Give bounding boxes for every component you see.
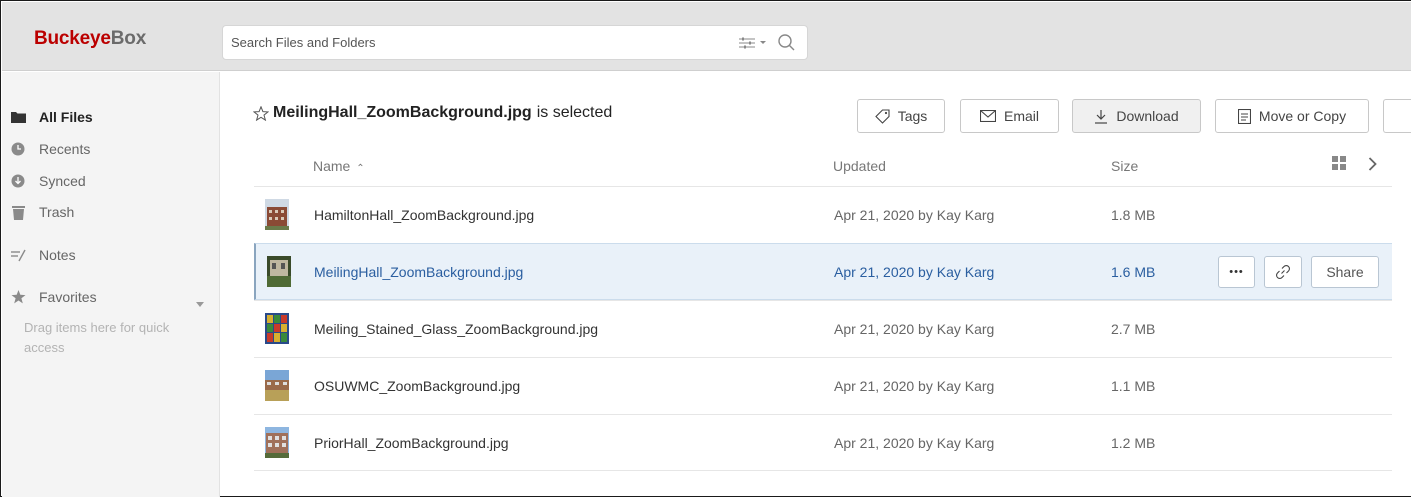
download-label: Download [1116,108,1179,124]
sidebar-item-synced[interactable]: Synced [10,169,210,193]
file-size: 1.6 MB [1111,264,1156,280]
sort-ascending-icon: ⌃ [356,163,365,174]
tags-button[interactable]: Tags [857,99,945,133]
file-updated: Apr 21, 2020 by Kay Karg [834,378,995,394]
file-size: 2.7 MB [1111,321,1156,337]
email-button[interactable]: Email [960,99,1059,133]
sidebar-item-label: Notes [39,247,76,263]
sidebar-item-label: All Files [39,109,93,125]
email-label: Email [1003,108,1039,124]
column-header-size[interactable]: Size [1111,158,1138,174]
file-name[interactable]: OSUWMC_ZoomBackground.jpg [314,378,520,394]
file-size: 1.8 MB [1111,207,1156,223]
chevron-right-icon[interactable] [1368,157,1377,174]
file-list: HamiltonHall_ZoomBackground.jpg Apr 21, … [254,186,1392,471]
file-row[interactable]: PriorHall_ZoomBackground.jpg Apr 21, 202… [254,414,1392,471]
grid-view-icon[interactable] [1332,156,1346,173]
file-updated: Apr 21, 2020 by Kay Karg [834,321,995,337]
mail-icon [979,110,996,122]
top-header: BuckeyeBox [2,2,1411,71]
file-name[interactable]: HamiltonHall_ZoomBackground.jpg [314,207,534,223]
main-content: MeilingHall_ZoomBackground.jpg is select… [221,72,1411,497]
file-updated: Apr 21, 2020 by Kay Karg [834,264,995,280]
column-header-name[interactable]: Name ⌃ [313,158,365,174]
sidebar-item-notes[interactable]: Notes [10,243,210,267]
file-thumbnail [265,313,289,344]
buckeyebox-logo[interactable]: BuckeyeBox [34,28,146,50]
share-label: Share [1326,264,1364,280]
file-row[interactable]: HamiltonHall_ZoomBackground.jpg Apr 21, … [254,186,1392,243]
sidebar-item-favorites[interactable]: Favorites [10,285,210,309]
clock-icon [10,141,26,157]
folder-icon [10,109,26,125]
sidebar-item-recents[interactable]: Recents [10,137,210,161]
app-window: BuckeyeBox Search Files and Folders All … [0,0,1411,497]
selection-title: MeilingHall_ZoomBackground.jpg is select… [253,104,612,122]
file-thumbnail [265,199,289,230]
file-updated: Apr 21, 2020 by Kay Karg [834,435,995,451]
search-box [222,25,808,60]
share-button[interactable]: Share [1311,256,1379,288]
file-thumbnail [265,370,289,401]
file-name[interactable]: MeilingHall_ZoomBackground.jpg [314,264,523,280]
chevron-down-icon[interactable] [196,294,204,310]
sidebar-item-trash[interactable]: Trash [10,200,210,224]
copy-link-button[interactable] [1264,256,1302,288]
favorites-hint: Drag items here for quick access [24,320,170,355]
sidebar-item-label: Synced [39,173,86,189]
search-input[interactable] [231,26,711,59]
download-button[interactable]: Download [1072,99,1201,133]
sidebar-item-all-files[interactable]: All Files [10,105,210,129]
download-icon [1094,109,1108,124]
copy-icon [1237,108,1251,124]
search-filter-icon[interactable] [738,35,770,51]
star-outline-icon[interactable] [253,105,269,121]
sidebar: All Files Recents Synced Trash Notes Fav… [2,72,220,497]
sidebar-item-label: Recents [39,141,91,157]
logo-buckeye: Buckeye [34,28,111,49]
selection-suffix: is selected [536,104,613,121]
sync-icon [10,173,26,189]
tags-label: Tags [897,108,928,124]
file-thumbnail [267,256,291,287]
more-options-button[interactable]: ••• [1218,256,1255,288]
notes-icon [10,247,26,263]
link-icon [1275,264,1291,280]
sidebar-item-label: Trash [39,204,75,220]
column-header-name-label: Name [313,158,351,174]
file-updated: Apr 21, 2020 by Kay Karg [834,207,995,223]
star-icon [10,289,26,305]
column-header-updated[interactable]: Updated [833,158,886,174]
sidebar-item-label: Favorites [39,289,97,305]
file-name[interactable]: Meiling_Stained_Glass_ZoomBackground.jpg [314,321,598,337]
more-options-label: ••• [1229,266,1244,278]
file-name[interactable]: PriorHall_ZoomBackground.jpg [314,435,509,451]
file-row[interactable]: OSUWMC_ZoomBackground.jpg Apr 21, 2020 b… [254,357,1392,414]
file-size: 1.2 MB [1111,435,1156,451]
file-row-selected[interactable]: MeilingHall_ZoomBackground.jpg Apr 21, 2… [254,243,1392,300]
file-row[interactable]: Meiling_Stained_Glass_ZoomBackground.jpg… [254,300,1392,357]
move-or-copy-button[interactable]: Move or Copy [1215,99,1369,133]
selected-filename: MeilingHall_ZoomBackground.jpg [273,104,532,121]
search-icon[interactable] [777,33,797,53]
file-size: 1.1 MB [1111,378,1156,394]
logo-box: Box [110,28,147,49]
tag-icon [874,108,890,124]
trash-icon [10,204,26,220]
move-or-copy-label: Move or Copy [1258,108,1347,124]
file-thumbnail [265,427,289,458]
more-toolbar-button[interactable] [1383,99,1411,133]
